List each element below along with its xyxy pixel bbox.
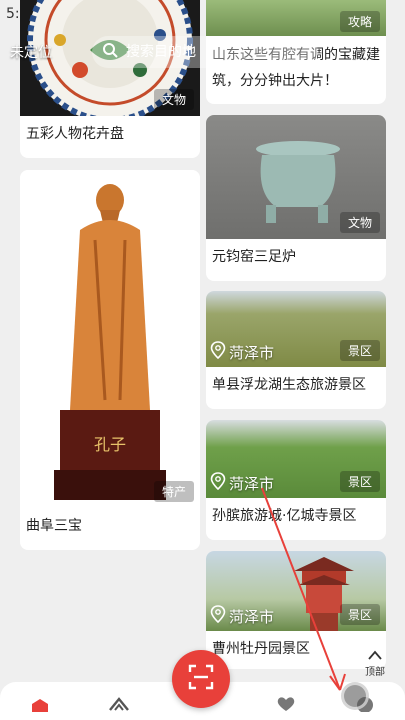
annotation-arrow (261, 487, 346, 691)
